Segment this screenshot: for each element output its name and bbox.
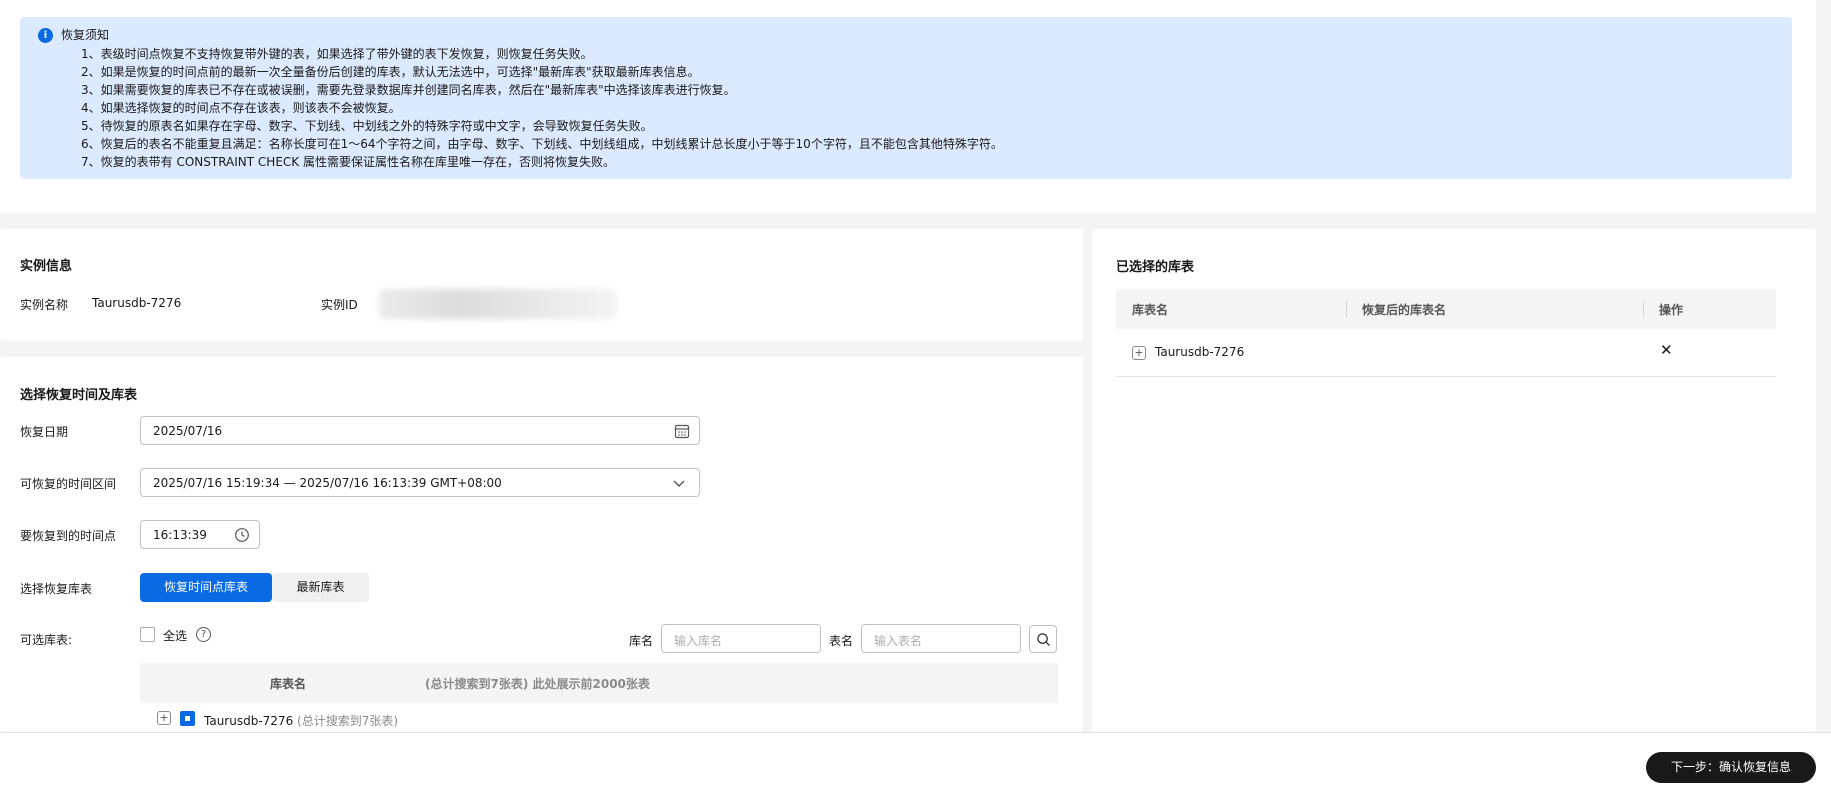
clock-icon xyxy=(235,528,249,542)
expand-icon[interactable]: + xyxy=(1132,346,1146,360)
row-db-count: (总计搜索到7张表) xyxy=(297,714,399,728)
table-name-search-input[interactable]: 输入表名 xyxy=(861,624,1021,653)
restore-date-picker[interactable]: 2025/07/16 xyxy=(140,416,700,445)
time-range-value: 2025/07/16 15:19:34 — 2025/07/16 16:13:3… xyxy=(153,476,502,490)
notice-item: 6、恢复后的表名不能重复且满足：名称长度可在1～64个字符之间，由字母、数字、下… xyxy=(81,137,1003,151)
instance-info-title: 实例信息 xyxy=(20,259,73,274)
option-latest-tables[interactable]: 最新库表 xyxy=(272,573,369,602)
info-icon: i xyxy=(38,28,53,43)
db-name-placeholder: 输入库名 xyxy=(674,634,723,648)
search-button[interactable] xyxy=(1029,625,1057,653)
column-divider xyxy=(1346,301,1347,317)
available-tables-label: 可选库表: xyxy=(20,633,73,647)
restore-notice: i 恢复须知 1、表级时间点恢复不支持恢复带外键的表，如果选择了带外键的表下发恢… xyxy=(20,17,1792,179)
table-name-label: 表名 xyxy=(829,634,854,648)
column-divider xyxy=(1643,301,1644,317)
col-table-name: 库表名 xyxy=(270,677,307,691)
notice-item: 2、如果是恢复的时间点前的最新一次全量备份后创建的库表，默认无法选中，可选择"最… xyxy=(81,65,700,79)
chevron-down-icon xyxy=(673,480,685,487)
col-restored-name: 恢复后的库表名 xyxy=(1362,303,1447,317)
restore-time-label: 要恢复到的时间点 xyxy=(20,529,117,543)
notice-item: 7、恢复的表带有 CONSTRAINT CHECK 属性需要保证属性名称在库里唯… xyxy=(81,155,615,169)
instance-name-value: Taurusdb-7276 xyxy=(92,296,182,310)
footer-bar: 下一步：确认恢复信息 xyxy=(0,732,1831,796)
selected-tables-header: 库表名 恢复后的库表名 操作 xyxy=(1116,289,1776,329)
db-name-search-input[interactable]: 输入库名 xyxy=(661,624,821,653)
calendar-icon xyxy=(674,424,690,439)
help-icon[interactable]: ? xyxy=(196,627,211,642)
col-search-summary: (总计搜索到7张表) 此处展示前2000张表 xyxy=(425,677,650,691)
selected-row-db-name: Taurusdb-7276 xyxy=(1155,345,1245,359)
selected-tables-panel: 已选择的库表 库表名 恢复后的库表名 操作 + Taurusdb-7276 ✕ xyxy=(1092,229,1816,732)
restore-time-value: 16:13:39 xyxy=(153,528,207,542)
row-divider xyxy=(1116,376,1776,377)
next-confirm-button[interactable]: 下一步：确认恢复信息 xyxy=(1646,752,1816,783)
instance-id-label: 实例ID xyxy=(321,298,358,312)
instance-name-label: 实例名称 xyxy=(20,298,69,312)
notice-item: 3、如果需要恢复的库表已不存在或被误删，需要先登录数据库并创建同名库表，然后在"… xyxy=(81,83,736,97)
notice-card: i 恢复须知 1、表级时间点恢复不支持恢复带外键的表，如果选择了带外键的表下发恢… xyxy=(0,0,1816,213)
restore-time-picker[interactable]: 16:13:39 xyxy=(140,520,260,549)
notice-item: 1、表级时间点恢复不支持恢复带外键的表，如果选择了带外键的表下发恢复，则恢复任务… xyxy=(81,47,593,61)
restore-source-toggle: 恢复时间点库表 最新库表 xyxy=(140,573,369,602)
available-tables-header: 库表名 (总计搜索到7张表) 此处展示前2000张表 xyxy=(140,663,1058,703)
col-action: 操作 xyxy=(1659,303,1684,317)
notice-item: 5、待恢复的原表名如果存在字母、数字、下划线、中划线之外的特殊字符或中文字，会导… xyxy=(81,119,653,133)
time-range-select[interactable]: 2025/07/16 15:19:34 — 2025/07/16 16:13:3… xyxy=(140,468,700,497)
select-all-checkbox[interactable] xyxy=(140,627,155,642)
restore-date-value: 2025/07/16 xyxy=(153,424,223,438)
instance-info-panel: 实例信息 实例名称 Taurusdb-7276 实例ID xyxy=(0,229,1083,341)
table-name-placeholder: 输入表名 xyxy=(874,634,923,648)
instance-id-value-redacted xyxy=(378,289,618,319)
restore-source-label: 选择恢复库表 xyxy=(20,582,93,596)
notice-list: 1、表级时间点恢复不支持恢复带外键的表，如果选择了带外键的表下发恢复，则恢复任务… xyxy=(61,45,1003,171)
select-all-label: 全选 xyxy=(163,629,188,643)
expand-icon[interactable]: + xyxy=(157,711,171,725)
col-selected-name: 库表名 xyxy=(1132,303,1169,317)
restore-date-label: 恢复日期 xyxy=(20,425,69,439)
option-point-in-time-tables[interactable]: 恢复时间点库表 xyxy=(140,573,272,602)
row-db-checkbox[interactable] xyxy=(180,711,195,726)
row-db-name: Taurusdb-7276 (总计搜索到7张表) xyxy=(204,712,398,729)
notice-title: 恢复须知 xyxy=(61,28,110,42)
close-icon[interactable]: ✕ xyxy=(1660,341,1673,359)
row-db-name-text: Taurusdb-7276 xyxy=(204,714,294,728)
db-name-label: 库名 xyxy=(629,634,654,648)
selected-tables-title: 已选择的库表 xyxy=(1116,260,1195,275)
selection-title: 选择恢复时间及库表 xyxy=(20,388,138,403)
time-range-label: 可恢复的时间区间 xyxy=(20,477,117,491)
search-icon xyxy=(1037,633,1051,647)
notice-item: 4、如果选择恢复的时间点不存在该表，则该表不会被恢复。 xyxy=(81,101,401,115)
